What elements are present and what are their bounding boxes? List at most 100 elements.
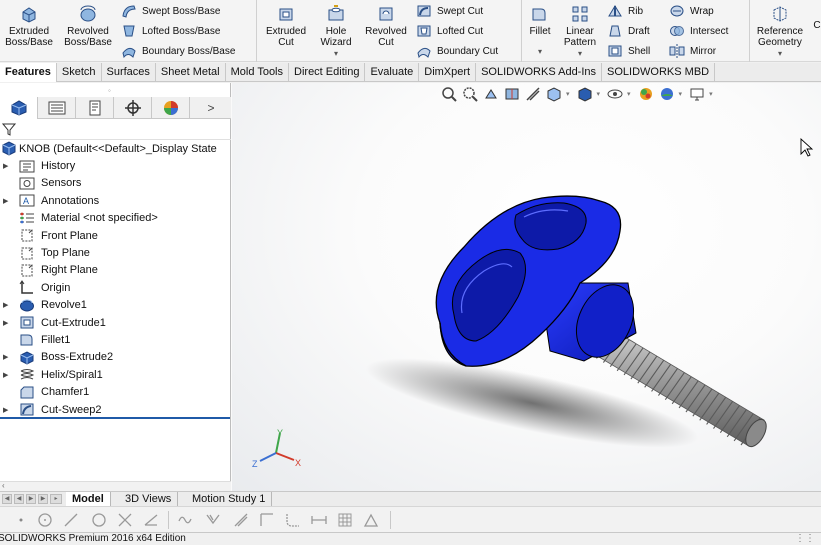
lofted-boss-button[interactable]: Lofted Boss/Base [121, 23, 220, 39]
tab-sketch[interactable]: Sketch [57, 63, 102, 82]
tab-sheet-metal[interactable]: Sheet Metal [156, 63, 226, 82]
apply-scene-caret[interactable]: ▾ [679, 90, 683, 98]
tree-item-origin[interactable]: Origin [0, 279, 231, 296]
grid-icon[interactable] [336, 511, 354, 529]
spline-icon[interactable] [176, 511, 194, 529]
tab-nav-extra-icon[interactable]: ▸ [50, 494, 62, 504]
corner-rectangle-icon[interactable] [258, 511, 276, 529]
wrap-button[interactable]: Wrap [669, 3, 714, 19]
property-manager-tab[interactable] [38, 97, 76, 119]
view-settings-icon[interactable] [688, 86, 706, 102]
line-sketch-icon[interactable] [62, 511, 80, 529]
boundary-boss-button[interactable]: Boundary Boss/Base [121, 43, 235, 59]
tab-3d-views[interactable]: 3D Views [119, 492, 179, 507]
mirror-button[interactable]: Mirror [669, 43, 716, 59]
tree-item-annotations[interactable]: ▶ A Annotations [0, 192, 231, 209]
hide-show-items-caret[interactable]: ▾ [627, 90, 631, 98]
graphics-area[interactable]: Y X Z [232, 83, 821, 491]
tab-solidworks-add-ins[interactable]: SOLIDWORKS Add-Ins [476, 63, 603, 82]
extruded-cut-button[interactable]: Extruded Cut [262, 4, 310, 48]
previous-view-icon[interactable] [482, 86, 500, 102]
draft-button[interactable]: Draft [607, 23, 650, 39]
expand-arrow-icon[interactable]: ▶ [3, 197, 8, 205]
zoom-to-area-icon[interactable] [461, 86, 479, 102]
next-tab-nav-icon[interactable]: ▶ [26, 494, 36, 504]
feature-manager-tab[interactable] [0, 97, 38, 119]
reference-geometry-button[interactable]: Reference Geometry ▾ [753, 4, 807, 59]
extruded-boss-button[interactable]: Extruded Boss/Base [4, 4, 54, 48]
revolved-cut-button[interactable]: Revolved Cut [362, 4, 410, 48]
tree-root-part[interactable]: KNOB (Default<<Default>_Display State [0, 140, 231, 157]
expand-arrow-icon[interactable]: ▶ [3, 301, 8, 309]
hole-wizard-button[interactable]: Hole Wizard ▾ [314, 4, 358, 59]
tree-item-sensors[interactable]: Sensors [0, 175, 231, 192]
tab-surfaces[interactable]: Surfaces [102, 63, 156, 82]
tab-dimxpert[interactable]: DimXpert [419, 63, 477, 82]
trim-entities-icon[interactable] [116, 511, 134, 529]
dimxpert-manager-tab[interactable] [114, 97, 152, 119]
display-manager-tab[interactable] [152, 97, 190, 119]
tree-item-cut-extrude1[interactable]: ▶ Cut-Extrude1 [0, 314, 231, 331]
reference-geometry-dropdown-caret[interactable]: ▾ [778, 48, 782, 59]
tree-item-chamfer1[interactable]: Chamfer1 [0, 383, 231, 400]
boundary-cut-button[interactable]: Boundary Cut [416, 43, 498, 59]
angle-icon[interactable] [362, 511, 380, 529]
display-style-icon[interactable] [576, 86, 594, 102]
expand-arrow-icon[interactable]: ▶ [3, 319, 8, 327]
revolved-boss-button[interactable]: Revolved Boss/Base [62, 4, 114, 48]
view-settings-caret[interactable]: ▾ [709, 90, 713, 98]
section-view-icon[interactable] [503, 86, 521, 102]
tree-item-right-plane[interactable]: Right Plane [0, 262, 231, 279]
scroll-left-arrow-icon[interactable]: ‹ [2, 481, 5, 490]
linear-pattern-dropdown-caret[interactable]: ▾ [578, 48, 582, 59]
curves-button-truncated[interactable]: C [812, 20, 821, 31]
circle-icon[interactable] [90, 511, 108, 529]
rib-button[interactable]: Rib [607, 3, 643, 19]
tree-item-helix-spiral1[interactable]: ▶ Helix/Spiral1 [0, 366, 231, 383]
smart-dimension-icon[interactable] [310, 511, 328, 529]
shell-button[interactable]: Shell [607, 43, 650, 59]
model-canvas[interactable]: Y X Z [232, 83, 821, 491]
lofted-cut-button[interactable]: Lofted Cut [416, 23, 483, 39]
fillet-dropdown-caret[interactable]: ▾ [538, 46, 542, 57]
more-tabs-chevron-icon[interactable]: > [191, 97, 231, 118]
filter-icon[interactable] [2, 122, 16, 136]
sketch-fillet-icon[interactable] [284, 511, 302, 529]
tab-motion-study-1[interactable]: Motion Study 1 [186, 492, 273, 507]
zoom-to-fit-icon[interactable] [440, 86, 458, 102]
expand-arrow-icon[interactable]: ▶ [3, 162, 8, 170]
hole-wizard-dropdown-caret[interactable]: ▾ [334, 48, 338, 59]
first-tab-nav-icon[interactable]: ◀ [2, 494, 12, 504]
expand-arrow-icon[interactable]: ▶ [3, 353, 8, 361]
swept-cut-button[interactable]: Swept Cut [416, 3, 483, 19]
swept-boss-button[interactable]: Swept Boss/Base [121, 3, 220, 19]
prev-tab-nav-icon[interactable]: ◀ [14, 494, 24, 504]
centerline-icon[interactable] [142, 511, 160, 529]
offset-entities-icon[interactable] [204, 511, 222, 529]
circle-sketch-icon[interactable] [36, 511, 54, 529]
expand-arrow-icon[interactable]: ▶ [3, 371, 8, 379]
last-tab-nav-icon[interactable]: ▶ [38, 494, 48, 504]
view-orientation-icon[interactable] [545, 86, 563, 102]
point-icon[interactable] [12, 511, 30, 529]
panel-horizontal-scrollbar[interactable]: ‹ [0, 481, 231, 491]
tree-item-revolve1[interactable]: ▶ Revolve1 [0, 297, 231, 314]
display-style-caret[interactable]: ▾ [597, 90, 601, 98]
tree-item-top-plane[interactable]: Top Plane [0, 244, 231, 261]
panel-grip-icon[interactable]: ◦ [108, 86, 111, 95]
tree-item-history[interactable]: ▶ History [0, 157, 231, 174]
tree-item-front-plane[interactable]: Front Plane [0, 227, 231, 244]
tab-features[interactable]: Features [0, 63, 57, 82]
tree-item-cut-sweep2[interactable]: ▶ Cut-Sweep2 [0, 401, 231, 418]
tab-model[interactable]: Model [66, 492, 111, 507]
tab-direct-editing[interactable]: Direct Editing [289, 63, 366, 82]
linear-pattern-button[interactable]: Linear Pattern ▾ [559, 4, 601, 59]
dynamic-annotation-icon[interactable] [524, 86, 542, 102]
intersect-button[interactable]: Intersect [669, 23, 728, 39]
tab-evaluate[interactable]: Evaluate [365, 63, 420, 82]
convert-entities-icon[interactable] [232, 511, 250, 529]
tab-mold-tools[interactable]: Mold Tools [226, 63, 290, 82]
hide-show-items-icon[interactable] [606, 86, 624, 102]
apply-scene-icon[interactable] [658, 86, 676, 102]
edit-appearance-icon[interactable] [637, 86, 655, 102]
